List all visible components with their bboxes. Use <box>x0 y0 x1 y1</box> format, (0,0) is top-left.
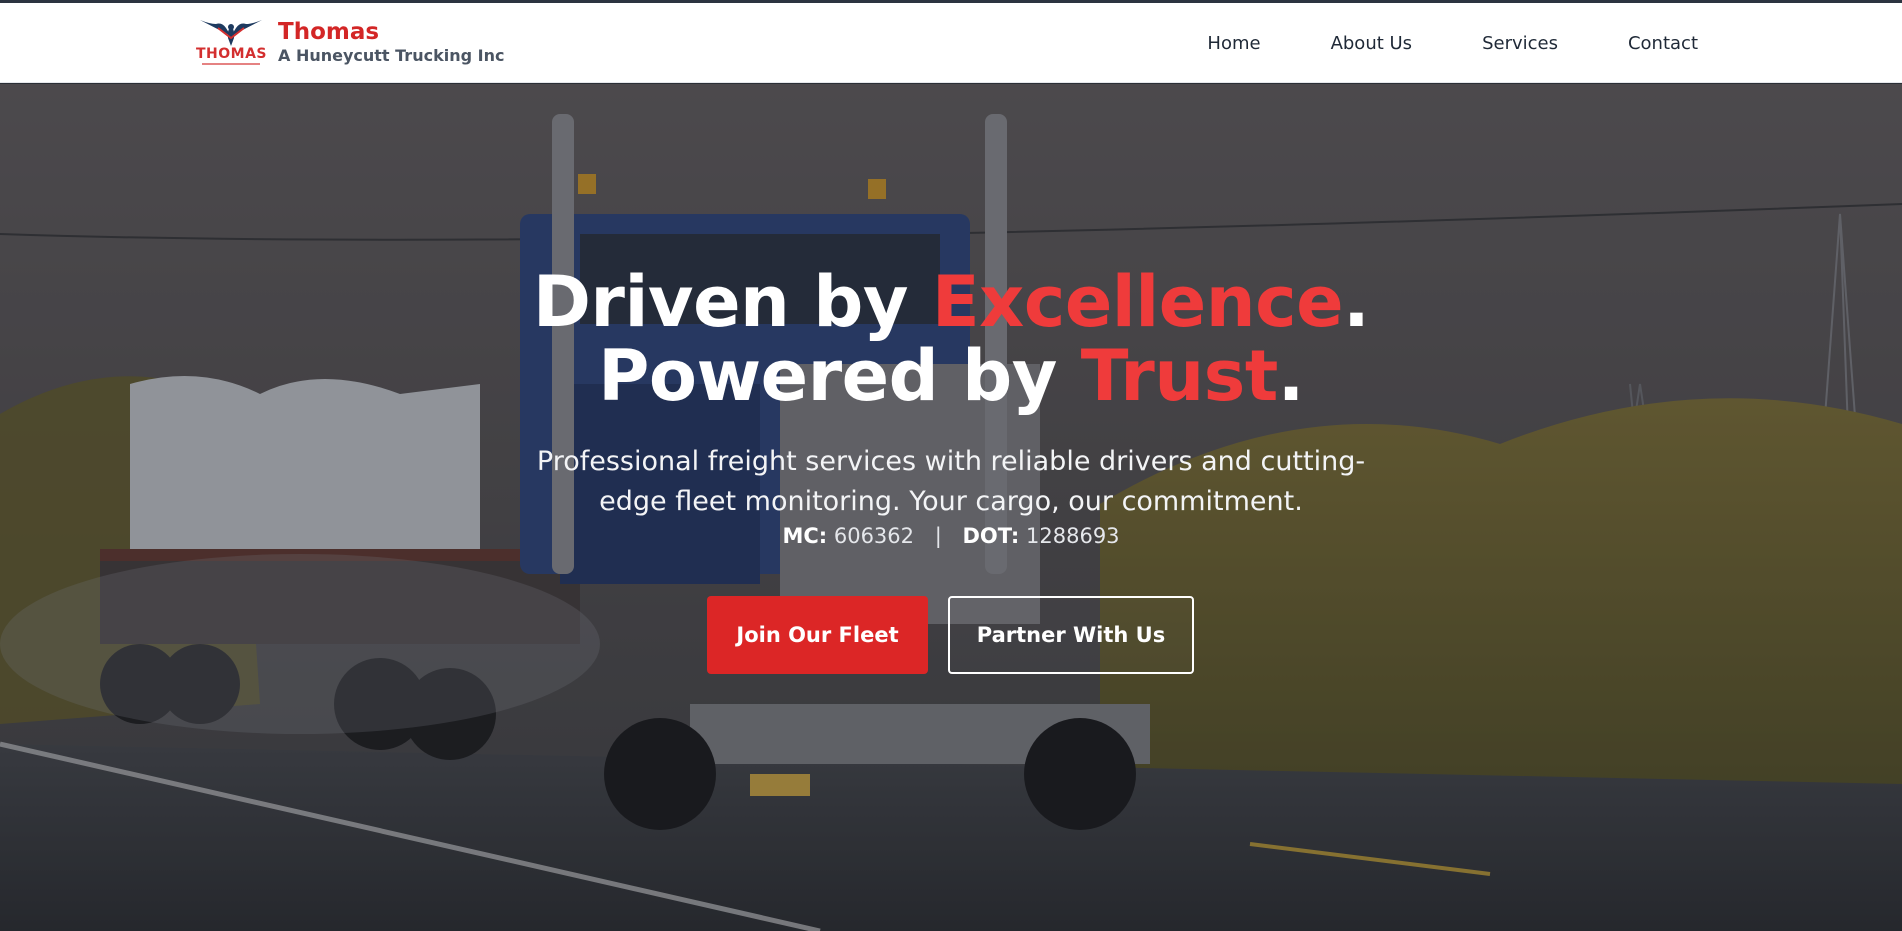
mc-label: MC: <box>782 524 828 548</box>
nav-contact[interactable]: Contact <box>1628 33 1698 54</box>
partner-with-us-button[interactable]: Partner With Us <box>948 596 1194 674</box>
site-header: THOMAS Thomas A Huneycutt Trucking Inc H… <box>0 3 1902 83</box>
hero-lead-text: Professional freight services with relia… <box>536 446 1366 517</box>
heading-accent-trust: Trust <box>1080 335 1279 417</box>
hero-heading-line-2: Powered by Trust. <box>0 338 1902 414</box>
join-our-fleet-button[interactable]: Join Our Fleet <box>707 596 928 674</box>
heading-text: Powered by <box>598 335 1081 417</box>
eagle-icon <box>200 20 262 46</box>
nav-services[interactable]: Services <box>1482 33 1558 54</box>
carrier-ids: MC: 606362 | DOT: 1288693 <box>0 524 1902 548</box>
id-separator: | <box>934 524 942 548</box>
nav-about-us[interactable]: About Us <box>1331 33 1413 54</box>
brand[interactable]: THOMAS Thomas A Huneycutt Trucking Inc <box>196 16 504 70</box>
brand-name[interactable]: Thomas <box>278 19 504 45</box>
mc-number: 606362 <box>833 524 915 548</box>
dot-number: 1288693 <box>1026 524 1120 548</box>
logo-underline <box>202 63 260 65</box>
hero-heading-line-1: Driven by Excellence. <box>0 264 1902 340</box>
main-nav: Home About Us Services Contact <box>1137 3 1698 83</box>
nav-home[interactable]: Home <box>1207 33 1260 54</box>
heading-period: . <box>1343 261 1370 343</box>
heading-text: Driven by <box>532 261 932 343</box>
heading-period: . <box>1277 335 1305 417</box>
logo-wordmark: THOMAS <box>196 46 268 62</box>
hero-section: Driven by Excellence. Powered by Trust. … <box>0 84 1902 931</box>
heading-accent-excellence: Excellence <box>931 261 1344 343</box>
brand-subtitle: A Huneycutt Trucking Inc <box>278 46 505 65</box>
dot-label: DOT: <box>962 524 1020 548</box>
logo[interactable]: THOMAS <box>196 16 268 70</box>
